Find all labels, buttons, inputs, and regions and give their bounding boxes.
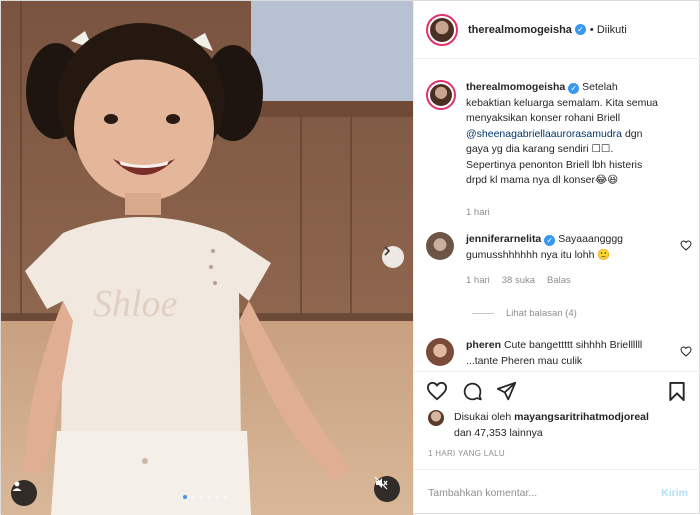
next-media-button[interactable]	[382, 246, 404, 268]
view-replies[interactable]: Lihat balasan (4)	[472, 308, 577, 319]
caption-username[interactable]: therealmomogeisha	[466, 81, 565, 93]
caption-avatar[interactable]	[426, 80, 456, 110]
commenter-avatar[interactable]	[426, 232, 454, 260]
bookmark-icon[interactable]	[668, 381, 686, 402]
comment-row: jenniferarnelita ✓ Sayaaangggg gumusshhhh…	[426, 232, 694, 289]
post-actions	[414, 371, 700, 411]
carousel-dot	[183, 495, 187, 499]
author-username[interactable]: therealmomogeisha	[468, 24, 572, 36]
post-comment-button[interactable]: Kirim	[661, 487, 688, 499]
view-replies-label[interactable]: Lihat balasan (4)	[506, 308, 577, 319]
child-photo: Shloe	[1, 1, 413, 515]
commenter-username[interactable]: pheren	[466, 339, 501, 351]
liker-username[interactable]: mayangsaritrihatmodjoreal	[514, 411, 649, 423]
verified-badge-icon: ✓	[568, 83, 580, 94]
reply-button[interactable]: Balas	[547, 273, 571, 289]
user-tag-icon	[12, 481, 22, 491]
carousel-dot	[223, 495, 227, 499]
mute-toggle-button[interactable]	[374, 476, 400, 502]
svg-text:Shloe: Shloe	[93, 283, 178, 325]
post-media[interactable]: Shloe	[1, 1, 413, 515]
comment-icon[interactable]	[462, 381, 483, 402]
like-comment-icon[interactable]	[680, 346, 692, 357]
follow-status[interactable]: • Diikuti	[590, 24, 627, 36]
like-comment-icon[interactable]	[680, 240, 692, 251]
verified-badge-icon: ✓	[574, 24, 586, 35]
carousel-dot	[199, 495, 203, 499]
post-header: therealmomogeisha ✓ • Diikuti	[414, 1, 700, 59]
share-icon[interactable]	[496, 381, 517, 402]
post-modal: Shloe therealmomogeisha ✓ • Diikuti ther…	[0, 0, 700, 515]
author-avatar[interactable]	[426, 13, 458, 46]
add-comment-bar: Kirim	[414, 469, 700, 515]
caption-mention[interactable]: @sheenagabriellaaurorasamudra	[466, 128, 622, 140]
post-sidebar: therealmomogeisha ✓ • Diikuti therealmom…	[413, 1, 700, 515]
carousel-dot	[207, 495, 211, 499]
carousel-dot	[215, 495, 219, 499]
verified-badge-icon: ✓	[544, 235, 556, 246]
comment-row: pheren Cute bangettttt sihhhh Briellllll…	[426, 338, 694, 369]
tagged-users-button[interactable]	[11, 480, 37, 506]
caption-row: therealmomogeisha ✓ Setelah kebaktian kel…	[426, 80, 694, 220]
commenter-avatar[interactable]	[426, 338, 454, 366]
likes-prefix: Disukai oleh	[454, 411, 512, 423]
comment-likes[interactable]: 38 suka	[502, 273, 535, 289]
liker-avatar[interactable]	[428, 410, 444, 426]
like-icon[interactable]	[426, 381, 448, 401]
volume-mute-icon	[374, 476, 388, 490]
post-time[interactable]: 1 HARI YANG LALU	[428, 449, 505, 458]
commenter-username[interactable]: jenniferarnelita	[466, 233, 541, 245]
chevron-right-icon	[384, 246, 391, 256]
comment-time[interactable]: 1 hari	[466, 273, 490, 289]
likes-count[interactable]: dan 47,353 lainnya	[454, 427, 543, 439]
carousel-indicator	[183, 495, 227, 499]
comment-input[interactable]	[428, 486, 662, 499]
likes-summary: Disukai oleh mayangsaritrihatmodjoreal d…	[428, 409, 698, 441]
caption-time[interactable]: 1 hari	[466, 205, 490, 221]
carousel-dot	[191, 495, 195, 499]
comments-list[interactable]: therealmomogeisha ✓ Setelah kebaktian kel…	[414, 60, 700, 371]
